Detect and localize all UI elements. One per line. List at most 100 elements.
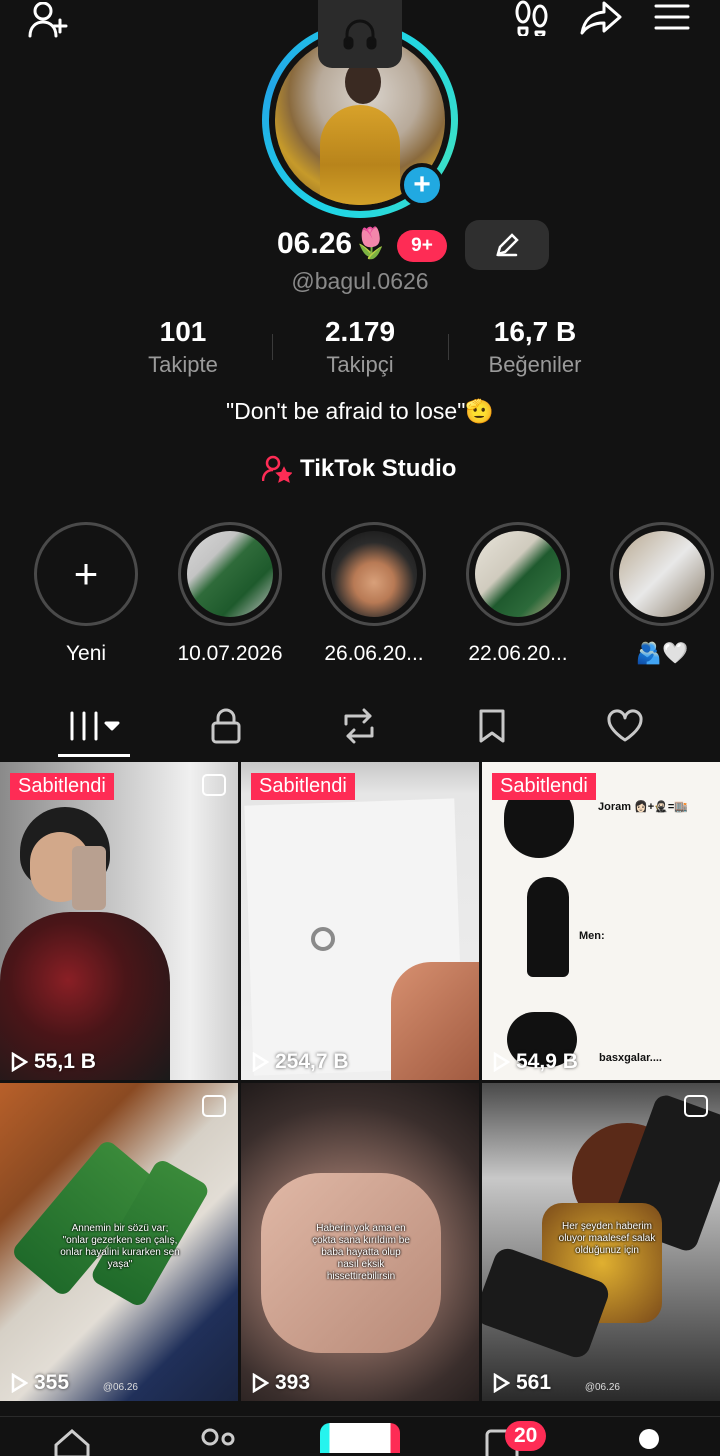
nav-friends[interactable] <box>196 1427 240 1456</box>
stat-likes[interactable]: 16,7 B Beğeniler <box>470 316 600 378</box>
highlight-item[interactable]: 22.06.20... <box>466 522 570 665</box>
profile-tabs <box>0 698 720 760</box>
view-count-value: 54,9 B <box>516 1050 578 1073</box>
footprints-icon[interactable] <box>510 0 554 36</box>
stat-label: Takipte <box>148 352 218 377</box>
nav-home[interactable] <box>52 1427 92 1456</box>
play-icon <box>493 1373 510 1393</box>
stat-following[interactable]: 101 Takipte <box>130 316 236 378</box>
highlight-label: 26.06.20... <box>324 642 424 665</box>
pinned-badge: Sabitlendi <box>251 773 355 800</box>
divider <box>448 334 449 360</box>
tile-text: Joram 👩🏻+🥷🏻=🏬 <box>598 801 689 813</box>
pinned-badge: Sabitlendi <box>10 773 114 800</box>
tab-liked[interactable] <box>565 698 685 754</box>
play-icon <box>252 1373 269 1393</box>
highlight-new[interactable]: + Yeni <box>34 522 138 665</box>
studio-label: TikTok Studio <box>300 455 457 482</box>
video-tile[interactable]: Joram 👩🏻+🥷🏻=🏬 Men: basxgalar.... Sabitle… <box>482 762 720 1080</box>
story-highlights: + Yeni 10.07.2026 26.06.20... 22.06.20..… <box>0 522 720 672</box>
tile-text: Men: <box>579 930 605 942</box>
name-row: 06.26🌷 9+ <box>0 220 720 270</box>
pinned-badge: Sabitlendi <box>492 773 596 800</box>
video-tile[interactable]: Annemin bir sözü var; "onlar gezerken se… <box>0 1083 238 1401</box>
inbox-badge: 20 <box>505 1421 547 1451</box>
video-tile[interactable]: Sabitlendi 254,7 B <box>241 762 479 1080</box>
highlight-image <box>475 531 561 617</box>
stat-label: Beğeniler <box>488 352 582 377</box>
nav-create[interactable] <box>320 1423 400 1453</box>
display-name: 06.26🌷 <box>277 227 390 260</box>
video-caption: Annemin bir sözü var; "onlar gezerken se… <box>60 1223 180 1270</box>
share-icon[interactable] <box>578 0 624 36</box>
highlight-item[interactable]: 🫂🤍 <box>610 522 714 665</box>
play-icon <box>252 1052 269 1072</box>
stat-value: 16,7 B <box>493 316 577 347</box>
add-story-button[interactable]: + <box>400 163 444 207</box>
add-friend-icon[interactable] <box>26 0 72 40</box>
profile-icon <box>639 1429 659 1449</box>
headphones-icon[interactable] <box>318 0 402 68</box>
stat-label: Takipçi <box>326 352 394 377</box>
pencil-icon <box>496 233 519 257</box>
tab-favorites[interactable] <box>432 698 552 754</box>
edit-profile-button[interactable] <box>465 220 549 270</box>
username: @bagul.0626 <box>291 268 429 294</box>
home-icon <box>54 1429 90 1456</box>
notification-badge[interactable]: 9+ <box>397 230 447 262</box>
active-tab-indicator <box>58 754 130 757</box>
highlight-image <box>331 531 417 617</box>
view-count: 254,7 B <box>251 1050 349 1074</box>
watermark: @06.26 <box>584 1382 620 1393</box>
video-caption: Her şeyden haberim oluyor maalesef salak… <box>558 1221 656 1256</box>
play-icon <box>11 1373 28 1393</box>
video-tile[interactable]: Her şeyden haberim oluyor maalesef salak… <box>482 1083 720 1401</box>
create-button <box>320 1423 400 1453</box>
view-count: 54,9 B <box>492 1050 578 1074</box>
plus-icon: + <box>34 522 138 626</box>
view-count-value: 254,7 B <box>275 1050 349 1073</box>
highlight-item[interactable]: 10.07.2026 <box>177 522 283 665</box>
view-count-value: 55,1 B <box>34 1050 96 1073</box>
tiktok-studio-link[interactable]: TikTok Studio <box>262 452 456 486</box>
video-tile[interactable]: Sabitlendi 55,1 B <box>0 762 238 1080</box>
highlight-label: Yeni <box>65 642 107 665</box>
bio: "Don't be afraid to lose"🫡 <box>226 398 494 424</box>
menu-icon[interactable] <box>650 0 694 34</box>
view-count-value: 393 <box>275 1371 311 1394</box>
bookmark-icon <box>479 709 505 743</box>
video-caption: Haberin yok ama en çokta sana kırıldım b… <box>312 1223 410 1282</box>
tab-private[interactable] <box>166 698 286 754</box>
highlight-item[interactable]: 26.06.20... <box>322 522 426 665</box>
view-count: 393 <box>251 1371 310 1395</box>
heart-icon <box>607 709 643 742</box>
multi-image-icon <box>202 1095 226 1117</box>
view-count: 355 <box>10 1371 69 1395</box>
tab-videos[interactable] <box>34 698 154 754</box>
grid-icon <box>70 711 120 741</box>
highlight-image <box>619 531 705 617</box>
repost-icon <box>344 708 374 744</box>
highlight-label: 10.07.2026 <box>177 642 283 665</box>
lock-icon <box>211 708 241 744</box>
video-tile[interactable]: Haberin yok ama en çokta sana kırıldım b… <box>241 1083 479 1401</box>
view-count: 561 <box>492 1371 551 1395</box>
bottom-nav <box>0 1416 720 1456</box>
friends-icon <box>201 1428 235 1446</box>
profile-stats: 101 Takipte 2.179 Takipçi 16,7 B Beğenil… <box>0 316 720 386</box>
play-icon <box>493 1052 510 1072</box>
stat-followers[interactable]: 2.179 Takipçi <box>300 316 420 378</box>
highlight-label: 🫂🤍 <box>635 642 689 665</box>
multi-image-icon <box>202 774 226 796</box>
studio-icon <box>262 455 292 483</box>
divider <box>272 334 273 360</box>
nav-profile[interactable] <box>634 1427 664 1456</box>
play-icon <box>11 1052 28 1072</box>
watermark: @06.26 <box>102 1382 138 1393</box>
tab-reposts[interactable] <box>299 698 419 754</box>
view-count-value: 561 <box>516 1371 552 1394</box>
tile-text: basxgalar.... <box>599 1052 662 1064</box>
multi-image-icon <box>684 1095 708 1117</box>
stat-value: 2.179 <box>324 316 396 347</box>
view-count-value: 355 <box>34 1371 70 1394</box>
